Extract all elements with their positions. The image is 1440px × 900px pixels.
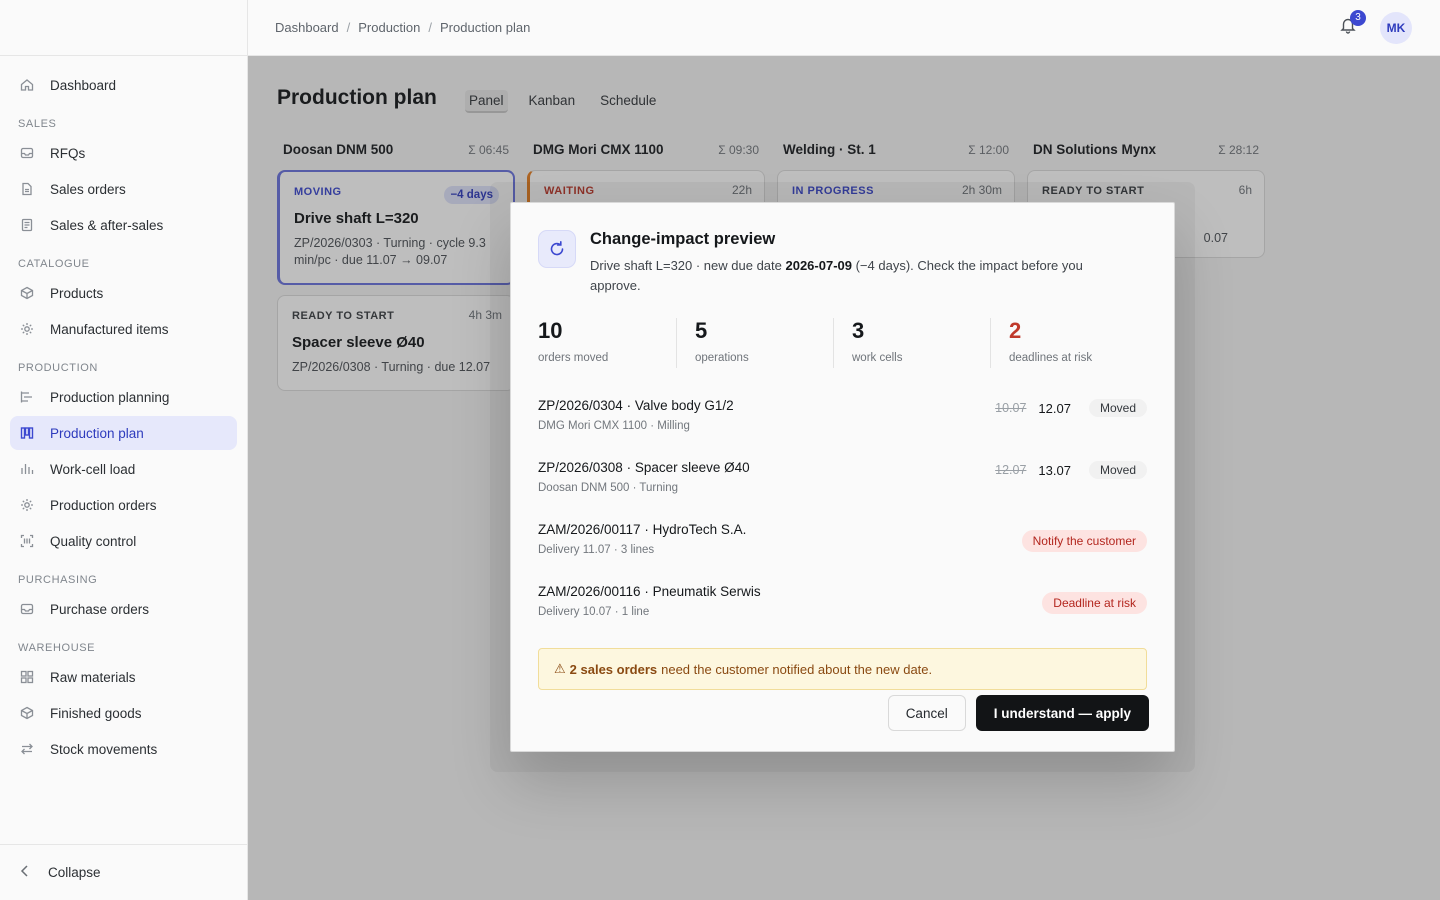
sidebar: Dashboard SALES RFQs Sales orders Sales …: [0, 0, 248, 900]
scan-icon: [20, 534, 34, 548]
impact-row-title: ZP/2026/0304 · Valve body G1/2: [538, 398, 734, 413]
sidebar-item-finished-goods[interactable]: Finished goods: [10, 696, 237, 730]
apply-button[interactable]: I understand — apply: [975, 695, 1149, 731]
sidebar-item-production-orders[interactable]: Production orders: [10, 488, 237, 522]
home-icon: [20, 78, 34, 92]
stat-operations: 5 operations: [676, 318, 833, 368]
breadcrumb-dashboard[interactable]: Dashboard: [275, 20, 339, 35]
impact-row-subtitle: DMG Mori CMX 1100 · Milling: [538, 420, 690, 432]
nav-section-sales: SALES: [18, 118, 57, 130]
impact-row: ZAM/2026/00116 · Pneumatik Serwis Delive…: [538, 584, 1147, 646]
impact-row-subtitle: Delivery 11.07 · 3 lines: [538, 544, 655, 556]
new-date: 12.07: [1038, 400, 1071, 416]
sidebar-item-production-planning[interactable]: Production planning: [10, 380, 237, 414]
breadcrumb: Dashboard / Production / Production plan: [275, 20, 530, 35]
notifications-button[interactable]: 3: [1336, 9, 1366, 40]
dialog-title: Change-impact preview: [590, 230, 776, 248]
kanban-icon: [20, 426, 34, 440]
sidebar-item-work-cell-load[interactable]: Work-cell load: [10, 452, 237, 486]
cancel-button[interactable]: Cancel: [887, 695, 966, 731]
impact-list: ZP/2026/0304 · Valve body G1/2 DMG Mori …: [538, 398, 1147, 646]
deadline-at-risk-badge: Deadline at risk: [1042, 592, 1147, 614]
breadcrumb-separator: /: [428, 20, 433, 35]
nav-section-production: PRODUCTION: [18, 362, 98, 374]
box-icon: [20, 706, 34, 720]
stat-deadlines-at-risk: 2 deadlines at risk: [990, 318, 1147, 368]
dialog-description: Drive shaft L=320 · new due date 2026-07…: [590, 258, 1083, 293]
impact-row-title: ZAM/2026/00116 · Pneumatik Serwis: [538, 584, 761, 599]
header-actions: 3 MK: [1336, 9, 1412, 44]
sidebar-item-raw-materials[interactable]: Raw materials: [10, 660, 237, 694]
user-avatar[interactable]: MK: [1380, 11, 1412, 44]
impact-row-title: ZP/2026/0308 · Spacer sleeve Ø40: [538, 460, 750, 475]
sidebar-item-products[interactable]: Products: [10, 276, 237, 310]
sidebar-item-dashboard[interactable]: Dashboard: [10, 68, 237, 102]
nav-section-purchasing: PURCHASING: [18, 574, 98, 586]
notify-customer-badge: Notify the customer: [1021, 530, 1147, 552]
arrows-icon: [20, 742, 34, 756]
chevron-left-icon: [20, 865, 30, 880]
notification-count-badge: 3: [1350, 9, 1366, 26]
gantt-icon: [20, 390, 34, 404]
sidebar-nav: Dashboard SALES RFQs Sales orders Sales …: [0, 56, 247, 766]
sidebar-item-stock-movements[interactable]: Stock movements: [10, 732, 237, 766]
stat-work-cells: 3 work cells: [833, 318, 990, 368]
new-due-date: 2026-07-09: [785, 258, 852, 273]
warning-banner: ⚠ 2 sales orders need the customer notif…: [538, 648, 1147, 690]
collapse-sidebar-button[interactable]: Collapse: [0, 844, 247, 900]
warning-bold: 2 sales orders: [569, 661, 658, 677]
moved-badge: Moved: [1088, 461, 1147, 479]
sidebar-item-sales-after-sales[interactable]: Sales & after-sales: [10, 208, 237, 242]
inbox-icon: [20, 146, 34, 160]
nav-section-catalogue: CATALOGUE: [18, 258, 90, 270]
old-date: 12.07: [995, 463, 1027, 477]
refresh-icon: [538, 230, 576, 268]
sidebar-item-manufactured-items[interactable]: Manufactured items: [10, 312, 237, 346]
gear-icon: [20, 322, 34, 336]
new-date: 13.07: [1038, 462, 1071, 478]
change-impact-dialog: Change-impact preview Drive shaft L=320 …: [510, 202, 1175, 752]
bar-chart-icon: [20, 462, 34, 476]
top-header: Dashboard / Production / Production plan…: [248, 0, 1440, 56]
impact-row: ZAM/2026/00117 · HydroTech S.A. Delivery…: [538, 522, 1147, 584]
sidebar-item-rfqs[interactable]: RFQs: [10, 136, 237, 170]
impact-row-subtitle: Delivery 10.07 · 1 line: [538, 606, 650, 618]
sidebar-item-quality-control[interactable]: Quality control: [10, 524, 237, 558]
sidebar-item-production-plan[interactable]: Production plan: [10, 416, 237, 450]
sidebar-logo-bar: [0, 0, 247, 56]
sidebar-item-sales-orders[interactable]: Sales orders: [10, 172, 237, 206]
old-date: 10.07: [995, 401, 1027, 415]
warning-icon: ⚠: [554, 661, 566, 676]
breadcrumb-production-plan: Production plan: [440, 20, 531, 35]
dialog-header: Change-impact preview Drive shaft L=320 …: [538, 229, 1147, 296]
impact-row-title: ZAM/2026/00117 · HydroTech S.A.: [538, 522, 747, 537]
document-icon: [20, 182, 34, 196]
impact-row: ZP/2026/0308 · Spacer sleeve Ø40 Doosan …: [538, 460, 1147, 522]
grid-icon: [20, 670, 34, 684]
impact-row: ZP/2026/0304 · Valve body G1/2 DMG Mori …: [538, 398, 1147, 460]
receipt-icon: [20, 218, 34, 232]
impact-stats: 10 orders moved 5 operations 3 work cell…: [538, 318, 1147, 368]
stat-orders-moved: 10 orders moved: [538, 318, 609, 364]
gear-icon: [20, 498, 34, 512]
inbox-icon: [20, 602, 34, 616]
moved-badge: Moved: [1088, 399, 1147, 417]
dialog-actions: Cancel I understand — apply: [887, 695, 1149, 731]
sidebar-item-purchase-orders[interactable]: Purchase orders: [10, 592, 237, 626]
breadcrumb-separator: /: [346, 20, 351, 35]
box-icon: [20, 286, 34, 300]
impact-row-subtitle: Doosan DNM 500 · Turning: [538, 482, 678, 494]
warning-text: need the customer notified about the new…: [661, 661, 933, 677]
nav-section-warehouse: WAREHOUSE: [18, 642, 96, 654]
breadcrumb-production[interactable]: Production: [358, 20, 420, 35]
